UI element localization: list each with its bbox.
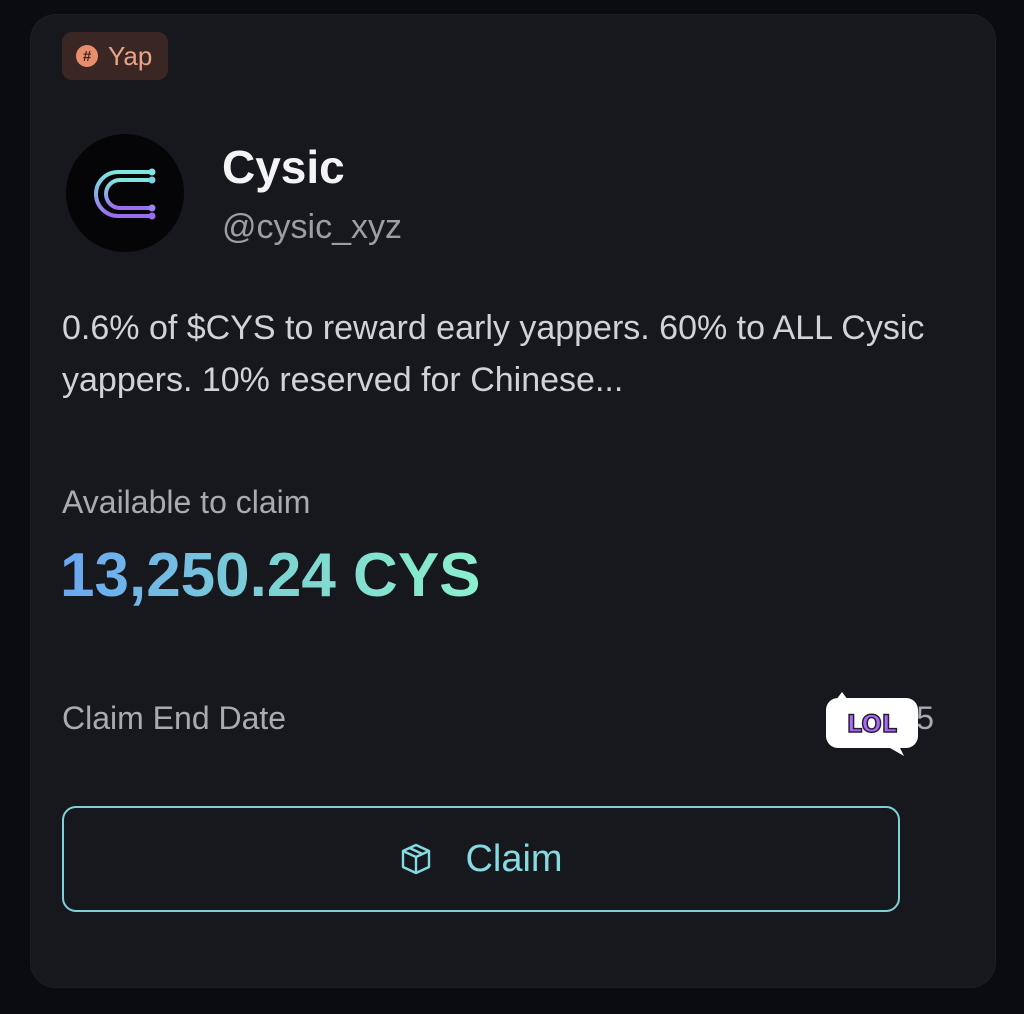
- project-avatar: [66, 134, 184, 252]
- cysic-logo-icon: [94, 168, 156, 220]
- claim-amount: 13,250.24 CYS: [60, 541, 481, 610]
- project-name: Cysic: [222, 141, 345, 193]
- claim-end-date-value: 5: [916, 700, 934, 736]
- hash-icon: #: [76, 45, 98, 67]
- lol-sticker-text: LOL: [847, 710, 897, 738]
- claim-end-date-label: Claim End Date: [62, 700, 287, 736]
- yap-tag: # Yap: [62, 32, 169, 80]
- claim-button[interactable]: Claim: [62, 806, 900, 912]
- lol-sticker: LOL: [826, 692, 918, 756]
- claim-button-label: Claim: [465, 837, 563, 880]
- project-handle: @cysic_xyz: [222, 208, 402, 246]
- box-icon: [399, 842, 433, 876]
- available-to-claim-label: Available to claim: [62, 484, 311, 520]
- project-description: 0.6% of $CYS to reward early yappers. 60…: [62, 309, 925, 399]
- tag-label: Yap: [108, 40, 153, 71]
